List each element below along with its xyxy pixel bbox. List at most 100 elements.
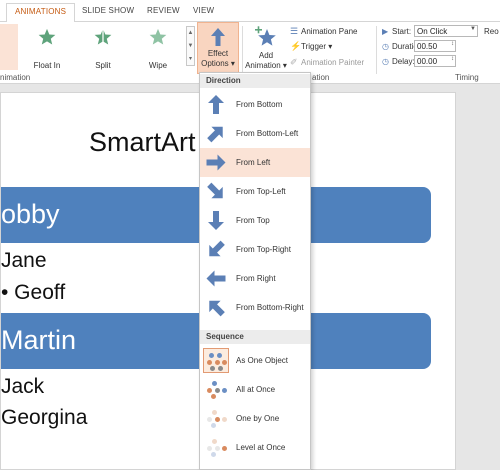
arrow-left-icon xyxy=(206,270,226,287)
animation-selected-partial[interactable] xyxy=(0,24,18,70)
add-animation-button[interactable]: Add Animation ▾ xyxy=(244,24,288,72)
star-float-in-icon xyxy=(38,28,56,45)
divider xyxy=(242,26,243,74)
trigger-button[interactable]: ⚡Trigger ▾ xyxy=(290,41,332,52)
duration-value: 00.50 xyxy=(417,42,438,51)
direction-label: From Top-Left xyxy=(236,187,286,196)
arrow-down-right-icon xyxy=(207,182,223,199)
clock-icon: ◷ xyxy=(382,57,389,66)
direction-label: From Bottom-Left xyxy=(236,129,299,138)
effect-options-label: Effect Options ▾ xyxy=(198,49,238,69)
direction-item-from-right[interactable]: From Right xyxy=(200,264,310,293)
tab-review[interactable]: REVIEW xyxy=(147,6,180,15)
scroll-up-icon[interactable]: ▲ xyxy=(187,27,194,40)
direction-item-from-top-right[interactable]: From Top-Right xyxy=(200,235,310,264)
add-star-icon xyxy=(255,26,276,46)
spinner-icon: ↕ xyxy=(451,56,454,62)
divider xyxy=(376,26,377,74)
sequence-label: As One Object xyxy=(236,356,289,365)
star-split-icon xyxy=(94,28,112,46)
animation-label: Split xyxy=(95,61,111,70)
arrow-down-icon xyxy=(208,211,224,230)
direction-item-from-top-left[interactable]: From Top-Left xyxy=(200,177,310,206)
animation-pane-icon: ☰ xyxy=(290,26,299,36)
play-icon: ▶ xyxy=(382,27,389,36)
lightning-icon: ⚡ xyxy=(290,41,302,51)
direction-label: From Bottom xyxy=(236,100,283,109)
as-one-object-icon xyxy=(203,348,229,373)
direction-header: Direction xyxy=(200,74,310,88)
animation-painter-button[interactable]: ✐ Animation Painter xyxy=(290,57,364,68)
arrow-down-left-icon xyxy=(209,240,225,257)
arrow-up-icon xyxy=(208,95,224,114)
direction-item-from-bottom-left[interactable]: From Bottom-Left xyxy=(200,119,310,148)
animation-split[interactable]: Split xyxy=(82,24,124,70)
scroll-down-icon[interactable]: ▼ xyxy=(187,40,194,53)
animation-pane-label: Animation Pane xyxy=(301,27,358,36)
direction-label: From Top-Right xyxy=(236,245,291,254)
group-label-timing: Timing xyxy=(455,73,479,82)
bullet-text[interactable]: Georgina xyxy=(1,406,87,430)
tab-animations[interactable]: ANIMATIONS xyxy=(6,3,76,23)
animation-wipe[interactable]: Wipe xyxy=(137,24,179,70)
star-wipe-icon xyxy=(149,28,167,45)
effect-options-dropdown: Direction From Bottom From Bottom-Left F… xyxy=(199,72,311,470)
sequence-label: All at Once xyxy=(236,385,276,394)
animation-pane-button[interactable]: ☰ Animation Pane xyxy=(290,26,357,37)
arrow-up-icon xyxy=(211,28,225,46)
shape-1-text: obby xyxy=(1,199,60,229)
bullet-text[interactable]: Jane xyxy=(1,249,47,273)
start-select[interactable]: On Click ▼ xyxy=(414,25,478,37)
animation-label: Float In xyxy=(33,61,61,70)
effect-options-line1: Effect xyxy=(207,49,229,58)
shape-2-text: Martin xyxy=(1,325,77,355)
delay-row: ◷ Delay: xyxy=(382,57,415,66)
more-icon[interactable]: ▾ xyxy=(187,53,194,66)
start-label: Start: xyxy=(392,27,412,36)
sequence-item-one-by-one[interactable]: One by One xyxy=(200,404,310,433)
sequence-label: One by One xyxy=(236,414,280,423)
bullet-text[interactable]: • Geoff xyxy=(1,281,65,305)
add-animation-line2: Animation ▾ xyxy=(245,61,287,70)
level-at-once-icon xyxy=(203,435,229,460)
bullet-text[interactable]: Jack xyxy=(1,375,44,399)
chevron-down-icon: ▼ xyxy=(470,26,476,32)
animation-painter-label: Animation Painter xyxy=(301,58,365,67)
delay-label: Delay: xyxy=(392,57,415,66)
direction-item-from-bottom-right[interactable]: From Bottom-Right xyxy=(200,293,310,322)
tab-view[interactable]: VIEW xyxy=(193,6,214,15)
sequence-label: Level at Once xyxy=(236,443,286,452)
tab-slide-show[interactable]: SLIDE SHOW xyxy=(82,6,134,15)
sequence-item-level-at-once[interactable]: Level at Once xyxy=(200,433,310,462)
sequence-item-as-one-object[interactable]: As One Object xyxy=(200,346,310,375)
duration-spinner[interactable]: 00.50 ↕ xyxy=(414,40,456,52)
reorder-partial: Reo xyxy=(484,27,499,36)
direction-label: From Top xyxy=(236,216,270,225)
slide-title[interactable]: SmartArt xyxy=(89,127,196,158)
arrow-up-right-icon xyxy=(207,126,223,143)
direction-item-from-left[interactable]: From Left xyxy=(200,148,310,177)
animation-float-in[interactable]: Float In xyxy=(26,24,68,70)
delay-value: 00.00 xyxy=(417,57,438,66)
paintbrush-icon: ✐ xyxy=(290,57,298,67)
add-animation-line1: Add xyxy=(258,51,274,60)
gallery-scrollbar[interactable]: ▲ ▼ ▾ xyxy=(186,26,195,66)
trigger-label: Trigger ▾ xyxy=(301,42,333,51)
direction-item-from-top[interactable]: From Top xyxy=(200,206,310,235)
group-label-animation: nimation xyxy=(0,73,31,82)
all-at-once-icon xyxy=(203,377,229,402)
sequence-item-all-at-once[interactable]: All at Once xyxy=(200,375,310,404)
group-label-advanced: ation xyxy=(312,73,330,82)
direction-label: From Bottom-Right xyxy=(236,303,304,312)
add-animation-label: Add Animation ▾ xyxy=(244,51,288,71)
arrow-up-left-icon xyxy=(209,300,225,317)
direction-label: From Right xyxy=(236,274,276,283)
animation-label: Wipe xyxy=(148,61,168,70)
start-value: On Click xyxy=(417,27,448,36)
delay-spinner[interactable]: 00.00 ↕ xyxy=(414,55,456,67)
ribbon-tab-bar: ANIMATIONS SLIDE SHOW REVIEW VIEW xyxy=(0,0,500,23)
spinner-icon: ↕ xyxy=(451,41,454,47)
effect-options-button[interactable]: Effect Options ▾ xyxy=(197,22,239,74)
direction-item-from-bottom[interactable]: From Bottom xyxy=(200,90,310,119)
effect-options-line2: Options ▾ xyxy=(201,59,235,68)
